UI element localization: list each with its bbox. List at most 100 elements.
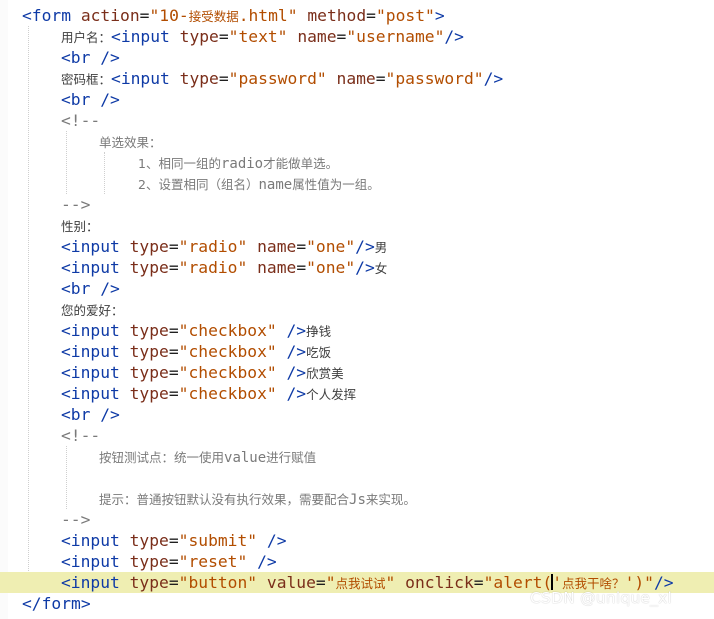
code-token: 按钮测试点：统一使用	[99, 450, 225, 465]
code-token: name	[336, 69, 376, 88]
code-line[interactable]: 提示：普通按钮默认没有执行效果，需要配合Js来实现。	[0, 488, 714, 509]
code-line[interactable]: <input type="radio" name="one"/>男	[0, 236, 714, 257]
code-token: type	[129, 552, 169, 571]
code-token: "reset"	[178, 552, 248, 571]
code-line-content: 性别：	[61, 215, 99, 236]
code-token: "checkbox"	[178, 363, 277, 382]
code-token: value	[266, 573, 316, 592]
code-line-content: 2、设置相同（组名）name属性值为一组。	[138, 173, 380, 194]
code-token: type	[129, 384, 169, 403]
code-line-content: 按钮测试点：统一使用value进行赋值	[99, 446, 316, 467]
code-line[interactable]: <input type="radio" name="one"/>女	[0, 257, 714, 278]
code-token: 个人发挥	[306, 387, 357, 402]
code-line[interactable]: <br />	[0, 278, 714, 299]
code-token: />	[483, 69, 504, 88]
code-line-content: 单选效果：	[99, 131, 162, 152]
code-line-content: <input type="checkbox" />个人发挥	[61, 383, 356, 404]
code-line-content: <input type="checkbox" />欣赏美	[61, 362, 344, 383]
code-line-content: -->	[61, 509, 90, 530]
code-line-content: <input type="submit" />	[61, 530, 287, 551]
code-token: action	[80, 6, 140, 25]
code-line[interactable]: 性别：	[0, 215, 714, 236]
code-token: =	[296, 237, 307, 256]
code-token: <input	[61, 531, 130, 550]
code-token: =	[168, 552, 179, 571]
code-token: />	[355, 237, 375, 256]
code-token: Js	[349, 492, 366, 508]
code-token: "	[385, 573, 396, 592]
code-line[interactable]: -->	[0, 194, 714, 215]
code-token: =	[168, 258, 179, 277]
code-token: name	[257, 237, 297, 256]
code-line-content: <br />	[61, 278, 120, 299]
code-line[interactable]: <input type="reset" />	[0, 551, 714, 572]
code-line-content: <br />	[61, 404, 120, 425]
code-token: radio	[220, 156, 264, 172]
code-token: =	[336, 27, 347, 46]
code-token: 进行赋值	[266, 450, 317, 465]
code-token: =	[168, 363, 179, 382]
code-token: type	[129, 363, 169, 382]
code-line[interactable]: <!--	[0, 425, 714, 446]
code-line[interactable]	[0, 467, 714, 488]
code-line[interactable]: <br />	[0, 47, 714, 68]
code-line[interactable]: 您的爱好：	[0, 299, 714, 320]
code-line[interactable]: 2、设置相同（组名）name属性值为一组。	[0, 173, 714, 194]
code-line[interactable]: 密码框：<input type="password" name="passwor…	[0, 68, 714, 89]
code-token: =	[168, 531, 179, 550]
code-token: "checkbox"	[178, 342, 277, 361]
code-token: name	[258, 177, 293, 193]
code-line[interactable]: <input type="checkbox" />个人发挥	[0, 383, 714, 404]
code-line-content: <input type="reset" />	[61, 551, 277, 572]
code-token: 单选效果：	[99, 135, 162, 150]
code-token: 点我试试	[335, 576, 386, 591]
code-token: =	[168, 573, 179, 592]
code-line[interactable]: <form action="10-接受数据.html" method="post…	[0, 5, 714, 26]
code-token: type	[179, 27, 219, 46]
code-token: .html"	[238, 6, 298, 25]
code-token: 挣钱	[306, 324, 332, 339]
code-line[interactable]: <br />	[0, 89, 714, 110]
code-line[interactable]: -->	[0, 509, 714, 530]
code-line[interactable]: <!--	[0, 110, 714, 131]
code-token: <input	[61, 342, 130, 361]
code-token: =	[366, 6, 376, 25]
code-line[interactable]: <input type="checkbox" />欣赏美	[0, 362, 714, 383]
code-token: "username"	[346, 27, 445, 46]
code-token: =	[139, 6, 150, 25]
code-line[interactable]: 单选效果：	[0, 131, 714, 152]
code-token: >	[434, 6, 445, 25]
code-token: <br />	[61, 405, 120, 424]
code-token: <input	[61, 258, 130, 277]
code-line[interactable]: <input type="checkbox" />挣钱	[0, 320, 714, 341]
code-token: />	[355, 258, 375, 277]
code-line[interactable]: <input type="checkbox" />吃饭	[0, 341, 714, 362]
code-token: "password"	[228, 69, 327, 88]
code-token: name	[297, 27, 337, 46]
code-token: />	[286, 342, 307, 361]
code-token: =	[168, 384, 179, 403]
code-editor[interactable]: <form action="10-接受数据.html" method="post…	[0, 0, 714, 619]
code-token: onclick	[405, 573, 474, 592]
code-token: />	[286, 384, 307, 403]
code-line-content: 密码框：<input type="password" name="passwor…	[61, 68, 503, 89]
code-line[interactable]: <br />	[0, 404, 714, 425]
code-token: <br />	[61, 279, 120, 298]
code-token: name	[257, 258, 297, 277]
code-line[interactable]: 1、相同一组的radio才能做单选。	[0, 152, 714, 173]
code-token: type	[179, 69, 219, 88]
code-line[interactable]: 按钮测试点：统一使用value进行赋值	[0, 446, 714, 467]
code-token: <input	[61, 552, 130, 571]
code-line[interactable]: <input type="submit" />	[0, 530, 714, 551]
code-token: 吃饭	[306, 345, 332, 360]
code-line[interactable]: 用户名：<input type="text" name="username"/>	[0, 26, 714, 47]
csdn-watermark: CSDN @unique_xl	[530, 589, 673, 607]
code-token: "	[325, 573, 336, 592]
code-token: 属性值为一组。	[292, 177, 380, 192]
